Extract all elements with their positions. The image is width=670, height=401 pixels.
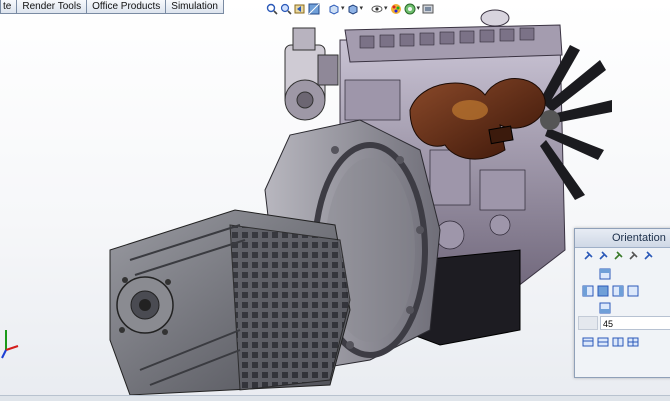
tab-simulation[interactable]: Simulation [165,0,224,14]
heads-up-view-toolbar: ▾ ▾ ▾ ▾ [266,2,434,16]
view-selector-icon[interactable] [642,250,654,262]
four-view-icon[interactable] [627,336,639,348]
apply-scene-icon[interactable] [404,3,416,15]
transmission-case [109,209,351,396]
view-settings-icon[interactable] [422,3,434,15]
chevron-down-icon[interactable]: ▾ [341,2,345,16]
orientation-view-row-2 [599,268,611,280]
back-view-icon[interactable] [627,285,639,297]
rotation-angle-field[interactable]: 45 [600,316,670,330]
3d-graphics-area[interactable] [0,0,670,400]
command-manager-tabs: te Render Tools Office Products Simulati… [0,0,224,14]
display-style-icon[interactable] [347,3,359,15]
view-orientation-icon[interactable] [328,3,340,15]
update-view-icon[interactable] [612,250,624,262]
top-view-icon[interactable] [599,268,611,280]
previous-view-icon[interactable] [294,3,306,15]
zoom-to-fit-icon[interactable] [266,3,278,15]
orientation-view-row-3 [582,285,639,297]
tab-features[interactable]: te [0,0,18,14]
two-view-vertical-icon[interactable] [612,336,624,348]
reset-views-icon[interactable] [627,250,639,262]
chevron-down-icon[interactable]: ▾ [360,2,364,16]
new-view-icon[interactable] [597,250,609,262]
zoom-to-area-icon[interactable] [280,3,292,15]
tab-render-tools[interactable]: Render Tools [16,0,88,14]
alternator [284,27,339,121]
orientation-view-row-4 [599,302,611,314]
bottom-view-icon[interactable] [599,302,611,314]
reference-triad [1,330,19,359]
two-view-horizontal-icon[interactable] [597,336,609,348]
tab-office-products[interactable]: Office Products [86,0,167,14]
orientation-viewport-row [582,336,639,348]
angle-spinner[interactable] [578,316,598,330]
right-view-icon[interactable] [612,285,624,297]
chevron-down-icon[interactable]: ▾ [417,2,421,16]
orientation-view-row-1 [582,250,654,262]
pin-icon[interactable] [582,250,594,262]
front-view-icon[interactable] [597,285,609,297]
single-view-icon[interactable] [582,336,594,348]
section-view-icon[interactable] [308,3,320,15]
chevron-down-icon[interactable]: ▾ [384,2,388,16]
status-bar [0,395,670,401]
edit-appearance-icon[interactable] [390,3,402,15]
orientation-dialog-title: Orientation [575,229,670,248]
hide-show-items-icon[interactable] [371,3,383,15]
left-view-icon[interactable] [582,285,594,297]
